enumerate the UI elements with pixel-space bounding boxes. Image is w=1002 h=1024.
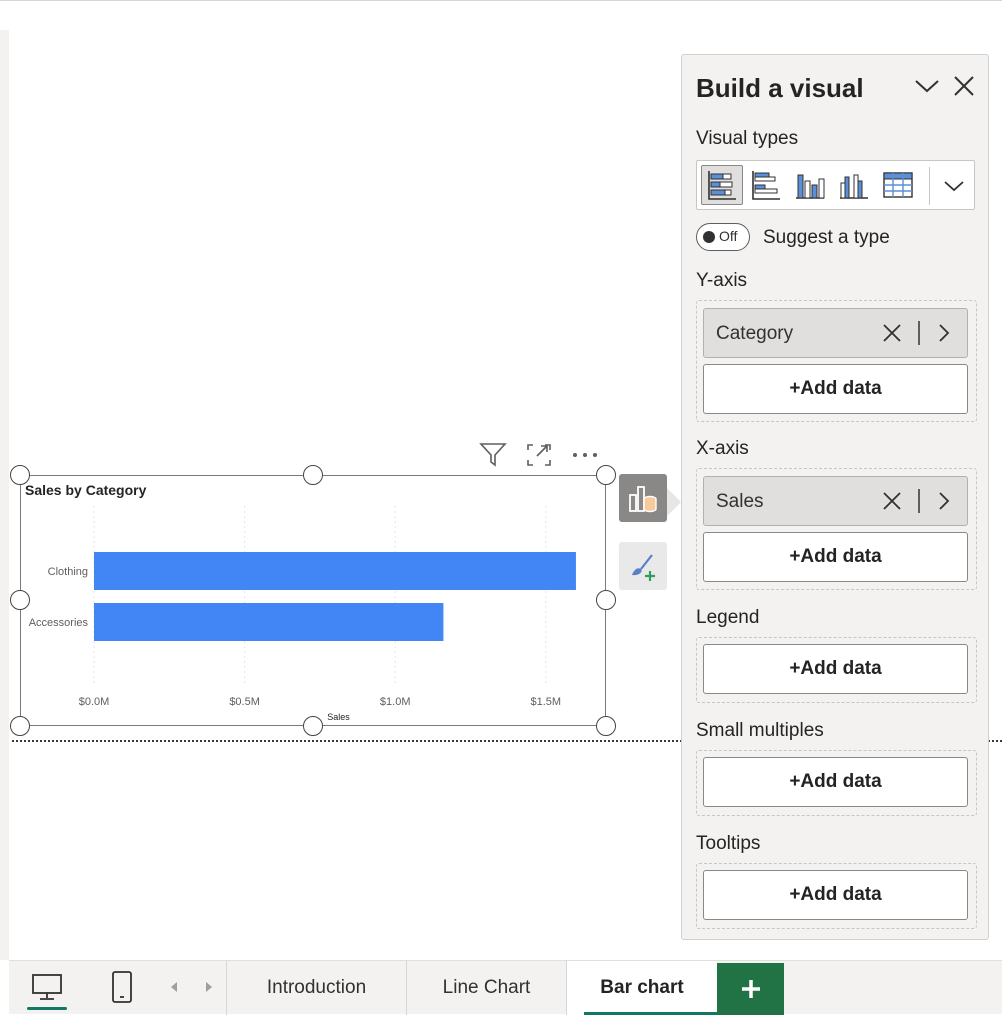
- suggest-type-toggle[interactable]: Off: [696, 223, 750, 251]
- field-expand-chevron-icon[interactable]: [932, 488, 956, 514]
- resize-handle-bottom-right[interactable]: [596, 716, 616, 736]
- remove-field-icon[interactable]: [880, 488, 904, 514]
- tooltips-add-data-button[interactable]: +Add data: [703, 870, 968, 920]
- active-view-indicator: [27, 1007, 67, 1010]
- page-tabs-bar: Introduction Line Chart Bar chart: [9, 960, 1002, 1015]
- visual-types-gallery: [696, 160, 975, 210]
- x-axis-well[interactable]: Sales +Add data: [696, 468, 977, 590]
- field-divider: [918, 489, 920, 513]
- y-axis-add-data-button[interactable]: +Add data: [703, 364, 968, 414]
- visual-types-separator: [929, 167, 930, 205]
- x-axis-field-pill[interactable]: Sales: [703, 476, 968, 526]
- clustered-bar-chart-icon[interactable]: [745, 165, 787, 205]
- field-divider: [918, 321, 920, 345]
- add-page-button[interactable]: [717, 963, 784, 1015]
- toggle-state-text: Off: [719, 228, 738, 244]
- legend-add-data-button[interactable]: +Add data: [703, 644, 968, 694]
- resize-handle-top[interactable]: [303, 465, 323, 485]
- panel-title: Build a visual: [696, 73, 864, 103]
- tooltips-label: Tooltips: [696, 833, 761, 854]
- resize-handle-left[interactable]: [10, 590, 30, 610]
- plus-icon: [741, 980, 760, 998]
- x-tick-label: $1.5M: [531, 696, 562, 708]
- bar-chart: $0.0M $0.5M $1.0M $1.5M Clothing Accessories S…: [29, 506, 576, 722]
- category-label: Clothing: [48, 566, 88, 578]
- filter-icon[interactable]: [478, 440, 508, 470]
- mobile-view-button[interactable]: [100, 961, 144, 1013]
- build-visual-button[interactable]: [619, 474, 667, 522]
- bar-chart-visual[interactable]: Sales by Category $0.0M $0.5M $1.0M $1.5M Cl…: [20, 475, 606, 726]
- toggle-knob: [703, 231, 715, 243]
- small-multiples-label: Small multiples: [696, 720, 824, 741]
- stacked-bar-chart-icon[interactable]: [701, 165, 743, 205]
- tab-line-chart[interactable]: Line Chart: [406, 961, 566, 1015]
- resize-handle-bottom[interactable]: [303, 716, 323, 736]
- x-axis-add-data-button[interactable]: +Add data: [703, 532, 968, 582]
- scroll-right-icon[interactable]: [199, 975, 219, 999]
- tooltips-well[interactable]: +Add data: [696, 863, 977, 929]
- bar: [94, 603, 444, 641]
- resize-handle-right[interactable]: [596, 590, 616, 610]
- bar: [94, 552, 576, 590]
- stacked-column-chart-icon[interactable]: [789, 165, 831, 205]
- category-label: Accessories: [29, 617, 89, 629]
- x-axis-field-name: Sales: [716, 491, 764, 512]
- x-axis-label: X-axis: [696, 438, 749, 459]
- desktop-view-button[interactable]: [25, 961, 69, 1013]
- build-visual-icon: [629, 486, 657, 513]
- mobile-phone-icon: [112, 971, 132, 1003]
- canvas-left-margin: [0, 30, 9, 960]
- close-icon[interactable]: [949, 71, 979, 101]
- visual-types-label: Visual types: [696, 128, 799, 149]
- x-tick-label: $0.5M: [229, 696, 260, 708]
- more-options-icon[interactable]: [570, 440, 600, 470]
- scroll-left-icon[interactable]: [164, 975, 184, 999]
- suggest-type-label: Suggest a type: [763, 227, 890, 248]
- format-visual-button[interactable]: [619, 542, 667, 590]
- x-tick-label: $0.0M: [79, 696, 110, 708]
- resize-handle-top-left[interactable]: [10, 465, 30, 485]
- resize-handle-top-right[interactable]: [596, 465, 616, 485]
- collapse-chevron-icon[interactable]: [912, 71, 942, 101]
- tab-bar-chart[interactable]: Bar chart: [566, 961, 717, 1015]
- tab-introduction[interactable]: Introduction: [226, 961, 406, 1015]
- small-multiples-well[interactable]: +Add data: [696, 750, 977, 816]
- format-brush-icon: [632, 554, 655, 581]
- small-multiples-add-data-button[interactable]: +Add data: [703, 757, 968, 807]
- legend-well[interactable]: +Add data: [696, 637, 977, 703]
- clustered-column-chart-icon[interactable]: [833, 165, 875, 205]
- legend-label: Legend: [696, 607, 760, 628]
- y-axis-field-pill[interactable]: Category: [703, 308, 968, 358]
- y-axis-label: Y-axis: [696, 270, 748, 291]
- desktop-monitor-icon: [32, 974, 62, 1000]
- active-tab-indicator: [584, 1012, 724, 1015]
- build-visual-panel: Build a visual Visual types Off Suggest …: [681, 54, 989, 940]
- remove-field-icon[interactable]: [880, 320, 904, 346]
- field-expand-chevron-icon[interactable]: [932, 320, 956, 346]
- y-axis-field-name: Category: [716, 323, 794, 344]
- x-axis-title: Sales: [327, 712, 350, 722]
- top-divider: [0, 0, 1002, 1]
- panel-pointer: [667, 488, 681, 516]
- focus-mode-icon[interactable]: [524, 440, 554, 470]
- x-tick-label: $1.0M: [380, 696, 411, 708]
- table-icon[interactable]: [877, 165, 919, 205]
- resize-handle-bottom-left[interactable]: [10, 716, 30, 736]
- expand-visuals-chevron-icon[interactable]: [937, 169, 971, 203]
- y-axis-well[interactable]: Category +Add data: [696, 300, 977, 422]
